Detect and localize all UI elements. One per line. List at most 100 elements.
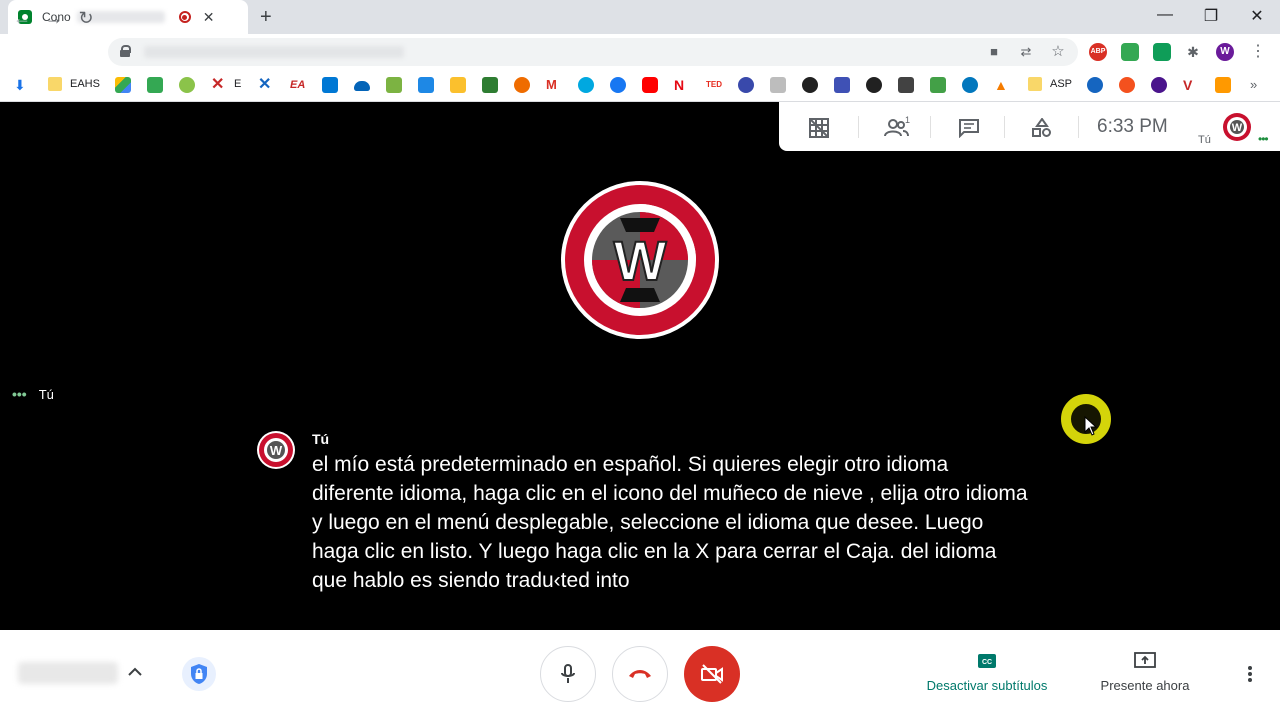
microphone-button[interactable] xyxy=(540,646,596,702)
participants-count: 1 xyxy=(905,115,911,125)
triangle-icon[interactable]: ▲ xyxy=(994,77,1010,93)
chevron-up-icon[interactable] xyxy=(125,662,145,682)
mouse-cursor-icon xyxy=(1084,416,1098,436)
rs-icon[interactable] xyxy=(834,77,850,93)
orange-circle-icon[interactable] xyxy=(1119,77,1135,93)
captions-button-label: Desactivar subtítulos xyxy=(926,678,1048,693)
onedrive-icon[interactable] xyxy=(354,81,370,91)
hang-up-icon xyxy=(629,670,651,678)
present-screen-icon xyxy=(1134,652,1156,668)
bookmark-e[interactable]: E xyxy=(234,78,241,90)
lock-icon xyxy=(120,45,131,57)
amazon-icon[interactable] xyxy=(1215,77,1231,93)
camera-icon[interactable]: ■ xyxy=(986,44,1002,60)
chat-icon[interactable] xyxy=(418,77,434,93)
pear-icon[interactable] xyxy=(179,77,195,93)
separator xyxy=(1078,116,1079,138)
chat-icon[interactable] xyxy=(958,118,980,138)
self-tile-label: ••• Tú xyxy=(12,386,54,402)
chase-icon[interactable] xyxy=(1087,77,1103,93)
circle-bookmark-icon[interactable] xyxy=(738,77,754,93)
x-blue-icon[interactable]: ✕ xyxy=(258,77,274,93)
new-tab-button[interactable]: + xyxy=(260,6,272,29)
self-tile-name: Tú xyxy=(38,386,54,402)
meeting-details-blurred[interactable] xyxy=(18,662,118,684)
closed-captions-icon: CC xyxy=(978,654,996,668)
translate-icon[interactable]: ⇄ xyxy=(1018,44,1034,60)
caption-speaker-name: Tú xyxy=(312,431,330,447)
folder-asp-icon[interactable] xyxy=(1028,77,1042,91)
activities-icon[interactable] xyxy=(1031,118,1053,138)
url-blurred xyxy=(144,46,404,58)
camera-toggle-button[interactable] xyxy=(684,646,740,702)
address-bar[interactable] xyxy=(108,38,1078,66)
att-icon[interactable] xyxy=(578,77,594,93)
minimize-button[interactable]: — xyxy=(1145,6,1185,24)
forward-button[interactable]: → xyxy=(42,8,66,28)
meeting-time: 6:33 PM xyxy=(1097,116,1168,137)
chrome-menu-icon[interactable]: ⋮ xyxy=(1250,44,1266,60)
reload-button[interactable]: ↻ xyxy=(74,8,98,28)
r-bookmark-icon[interactable] xyxy=(802,77,818,93)
grid-layout-icon[interactable] xyxy=(808,118,830,138)
recording-icon xyxy=(178,11,191,23)
classroom-icon[interactable] xyxy=(147,77,163,93)
participant-logo: W xyxy=(561,181,719,339)
separator xyxy=(1004,116,1005,138)
svg-text:W: W xyxy=(270,443,283,458)
star-bookmark-icon[interactable] xyxy=(450,77,466,93)
end-call-button[interactable] xyxy=(612,646,668,702)
drive-icon[interactable] xyxy=(115,77,131,93)
ea-icon[interactable]: EA xyxy=(290,77,306,93)
c-icon[interactable] xyxy=(386,77,402,93)
outlook-icon[interactable] xyxy=(322,77,338,93)
oo-icon[interactable] xyxy=(898,77,914,93)
restore-button[interactable]: ❐ xyxy=(1191,6,1231,26)
separator xyxy=(858,116,859,138)
more-options-icon[interactable] xyxy=(1240,664,1260,684)
more-options-dots-icon[interactable]: ••• xyxy=(12,386,27,402)
extension-green-icon[interactable] xyxy=(1121,43,1139,61)
r2-bookmark-icon[interactable] xyxy=(866,77,882,93)
extensions-puzzle-icon[interactable]: ✱ xyxy=(1185,44,1201,60)
adblock-icon[interactable]: ABP xyxy=(1089,43,1107,61)
speaking-indicator-icon: ••• xyxy=(1258,132,1269,146)
back-button[interactable]: ← xyxy=(10,8,34,28)
sheets-icon[interactable] xyxy=(1153,43,1171,61)
svg-text:W: W xyxy=(614,229,667,292)
separator xyxy=(930,116,931,138)
bookmark-star-icon[interactable]: ☆ xyxy=(1050,44,1066,60)
svg-text:W: W xyxy=(1232,122,1243,134)
bookmark-asp[interactable]: ASP xyxy=(1050,78,1072,90)
ball-icon[interactable] xyxy=(962,77,978,93)
present-now-button[interactable]: Presente ahora xyxy=(1092,652,1198,693)
gear-bookmark-icon[interactable] xyxy=(514,77,530,93)
close-window-button[interactable]: ✕ xyxy=(1237,6,1277,26)
svg-text:CC: CC xyxy=(982,659,992,666)
host-controls-button[interactable] xyxy=(182,657,216,691)
x-bookmark-icon[interactable]: ✕ xyxy=(211,77,227,93)
more-bookmarks-icon[interactable]: » xyxy=(1250,77,1266,93)
captions-button[interactable]: CC Desactivar subtítulos xyxy=(916,652,1058,693)
gmail-icon[interactable]: M xyxy=(546,77,562,93)
caption-speaker-avatar: W xyxy=(257,431,295,469)
facebook-icon[interactable] xyxy=(610,77,626,93)
caption-text: el mío está predeterminado en español. S… xyxy=(312,453,1028,592)
ted-icon[interactable]: TED xyxy=(706,77,722,93)
microphone-icon xyxy=(561,664,575,683)
present-now-label: Presente ahora xyxy=(1100,678,1190,693)
netflix-icon[interactable]: N xyxy=(674,77,690,93)
grid-bookmark-icon[interactable] xyxy=(770,77,786,93)
youtube-icon[interactable] xyxy=(642,77,658,93)
folder-icon[interactable] xyxy=(48,77,62,91)
download-icon[interactable]: ⬇ xyxy=(14,77,30,93)
arrows-icon[interactable] xyxy=(930,77,946,93)
tab-close-icon[interactable]: ✕ xyxy=(203,9,215,26)
self-name-top: Tú xyxy=(1198,134,1211,146)
bookmark-eahs[interactable]: EAHS xyxy=(70,78,100,90)
profile-avatar-icon[interactable]: W xyxy=(1216,43,1234,61)
a-circle-icon[interactable] xyxy=(1151,77,1167,93)
book-icon[interactable] xyxy=(482,77,498,93)
v-icon[interactable]: V xyxy=(1183,77,1199,93)
self-avatar[interactable]: W xyxy=(1222,112,1252,142)
